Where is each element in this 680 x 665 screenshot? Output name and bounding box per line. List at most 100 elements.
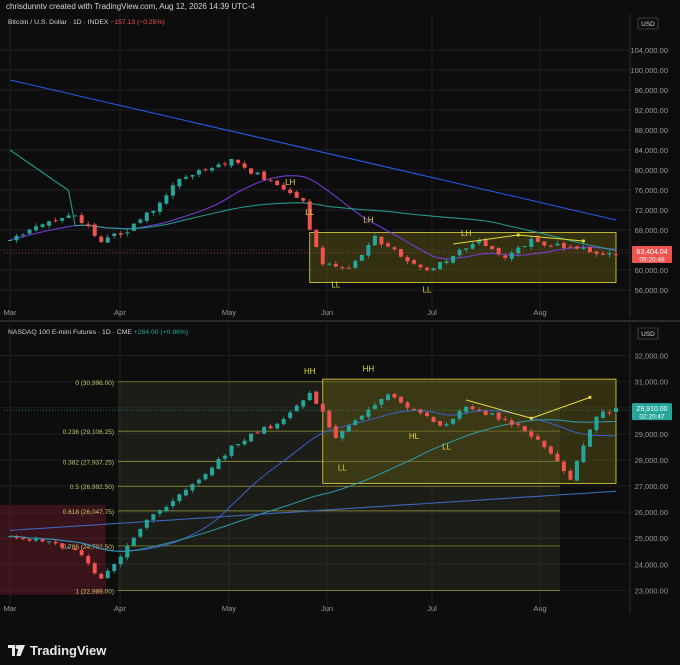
- candle-body: [118, 556, 123, 565]
- candle-body: [294, 405, 299, 412]
- y-tick-label: 72,000.00: [635, 206, 668, 215]
- candle-body: [542, 241, 547, 246]
- candle-body: [600, 411, 605, 418]
- candle-body: [249, 433, 254, 442]
- candle-body: [529, 238, 534, 247]
- x-tick-label: May: [222, 604, 236, 613]
- candle-body: [412, 408, 416, 410]
- x-tick-label: Jul: [427, 604, 437, 613]
- y-tick-label: 92,000.00: [635, 106, 668, 115]
- bar-countdown-label: 02:20:47: [639, 414, 665, 421]
- candle-body: [27, 229, 32, 234]
- candle-body: [210, 467, 214, 476]
- x-tick-label: Jun: [321, 604, 333, 613]
- candle-body: [151, 514, 156, 520]
- y-tick-label: 25,000.00: [635, 534, 668, 543]
- candle-body: [8, 536, 12, 538]
- candle-body: [288, 412, 293, 419]
- candle-body: [405, 257, 410, 262]
- candle-body: [21, 538, 26, 540]
- candle-body: [581, 247, 586, 249]
- x-tick-label: Apr: [114, 604, 126, 613]
- candle-body: [281, 418, 286, 425]
- candle-body: [92, 563, 97, 574]
- candle-body: [542, 440, 547, 448]
- y-tick-label: 32,000.00: [635, 352, 668, 361]
- candle-body: [268, 426, 273, 429]
- candle-body: [157, 510, 162, 514]
- candle-body: [477, 409, 482, 411]
- candle-body: [425, 267, 430, 271]
- y-tick-label: 76,000.00: [635, 186, 668, 195]
- candle-body: [183, 489, 188, 496]
- candle-body: [27, 539, 32, 541]
- candle-body: [516, 247, 521, 254]
- pattern-annotation: HL: [409, 432, 420, 441]
- candle-body: [86, 556, 91, 564]
- candle-body: [73, 215, 78, 217]
- candle-body: [229, 445, 234, 456]
- candle-body: [555, 453, 560, 461]
- candle-body: [60, 543, 65, 548]
- candle-body: [581, 445, 586, 463]
- y-tick-label: 24,000.00: [635, 560, 668, 569]
- candle-body: [125, 232, 130, 234]
- candle-body: [405, 402, 410, 408]
- candle-body: [99, 236, 104, 243]
- candle-body: [418, 264, 423, 268]
- candle-body: [535, 237, 540, 242]
- candle-body: [535, 436, 540, 440]
- candle-body: [86, 224, 91, 226]
- candle-body: [60, 218, 65, 221]
- candle-body: [177, 179, 182, 187]
- candle-body: [242, 163, 247, 168]
- candle-body: [607, 253, 612, 255]
- x-tick-label: Jun: [321, 308, 333, 317]
- candle-body: [105, 570, 110, 579]
- candle-body: [196, 170, 201, 175]
- pattern-annotation: LL: [442, 443, 451, 452]
- chart-canvas[interactable]: 104,000.00 100,000.00 96,000.00 92,000.00 88…: [0, 14, 680, 636]
- candle-body: [255, 172, 260, 175]
- candle-body: [333, 426, 338, 439]
- candle-body: [398, 396, 403, 403]
- candle-body: [574, 460, 579, 481]
- x-tick-label: Aug: [533, 308, 546, 317]
- candle-body: [320, 247, 325, 265]
- candle-body: [170, 501, 175, 507]
- candle-body: [8, 240, 12, 242]
- tradingview-logo[interactable]: TradingView: [8, 643, 106, 658]
- fib-level-label: 0.236 (29,106.25): [63, 429, 114, 436]
- candle-body: [464, 248, 469, 250]
- candle-body: [327, 263, 332, 265]
- candle-body: [203, 474, 208, 480]
- pattern-annotation: HH: [304, 367, 316, 376]
- candle-body: [79, 550, 84, 556]
- candle-body: [425, 412, 430, 417]
- candle-body: [294, 191, 299, 198]
- candle-body: [190, 483, 195, 491]
- y-tick-label: 80,000.00: [635, 166, 668, 175]
- candle-body: [34, 539, 39, 541]
- candle-body: [249, 168, 254, 174]
- candle-body: [470, 244, 475, 249]
- pattern-annotation: LH: [363, 216, 373, 225]
- candle-body: [229, 159, 234, 166]
- candle-body: [131, 223, 136, 231]
- symbol-legend: Bitcoin / U.S. Dollar · 1D · INDEX −157.…: [8, 19, 165, 26]
- candle-body: [66, 215, 71, 218]
- candle-body: [561, 242, 566, 248]
- candle-body: [210, 168, 214, 171]
- candle-body: [366, 245, 371, 256]
- candle-body: [131, 537, 136, 546]
- x-tick-label: Jul: [427, 308, 437, 317]
- candle-body: [444, 261, 449, 264]
- candle-body: [34, 226, 39, 231]
- candle-body: [327, 410, 332, 428]
- candle-body: [216, 458, 221, 469]
- x-tick-label: Apr: [114, 308, 126, 317]
- candle-body: [522, 246, 527, 248]
- candle-body: [600, 253, 605, 255]
- candle-body: [438, 420, 443, 426]
- candle-body: [568, 246, 573, 248]
